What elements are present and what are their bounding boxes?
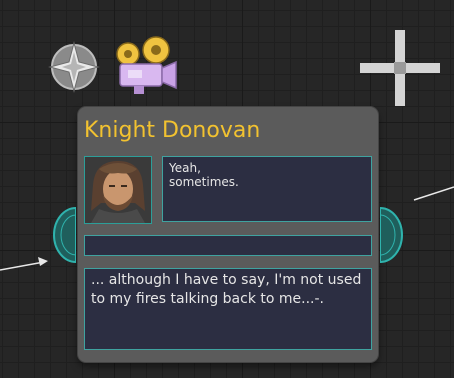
dialogue-line-text[interactable]: Yeah, sometimes. [162,156,372,222]
speaker-portrait [84,156,152,224]
node-title: Knight Donovan [84,118,261,143]
movie-camera-icon[interactable] [112,36,184,98]
compass-star-icon[interactable] [46,40,102,94]
input-pin[interactable] [52,206,76,264]
output-pin[interactable] [380,206,404,264]
condition-field[interactable] [84,235,372,256]
response-text[interactable]: ... although I have to say, I'm not used… [84,268,372,350]
move-cross-icon[interactable] [360,30,440,106]
